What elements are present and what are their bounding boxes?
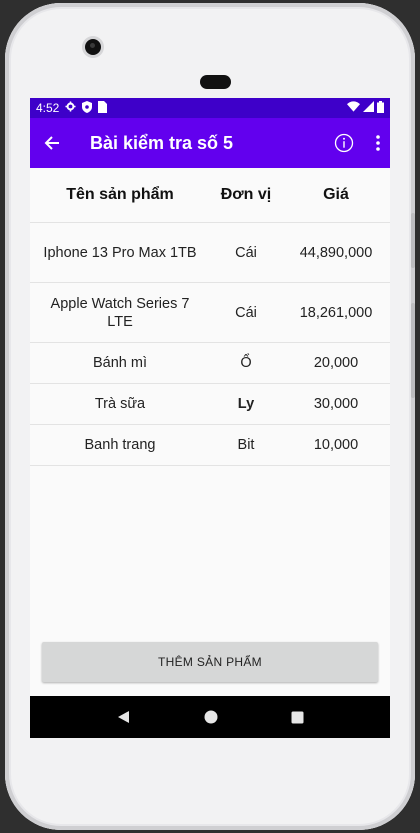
product-table: Tên sản phẩm Đơn vị Giá Iphone 13 Pro Ma…: [30, 168, 390, 466]
wifi-icon: [347, 101, 360, 115]
product-unit: Bit: [210, 424, 282, 466]
table-header-row: Tên sản phẩm Đơn vị Giá: [30, 168, 390, 223]
column-header-unit: Đơn vị: [220, 186, 272, 203]
product-price: 44,890,000: [282, 222, 390, 283]
nav-back-icon[interactable]: [117, 710, 131, 724]
product-name: Apple Watch Series 7 LTE: [30, 282, 210, 343]
product-unit: Cái: [210, 282, 282, 343]
info-icon[interactable]: [334, 133, 354, 153]
product-price: 10,000: [282, 424, 390, 466]
table-row[interactable]: Apple Watch Series 7 LTE Cái 18,261,000: [30, 282, 390, 343]
navigation-bar: [30, 696, 390, 738]
column-header-name: Tên sản phẩm: [66, 186, 174, 203]
table-row[interactable]: Bánh mì Ổ 20,000: [30, 342, 390, 384]
table-row[interactable]: Trà sữa Ly 30,000: [30, 383, 390, 425]
power-button: [411, 303, 415, 398]
nav-recents-icon[interactable]: [291, 711, 304, 724]
table-row[interactable]: Banh trang Bit 10,000: [30, 424, 390, 466]
add-product-button[interactable]: THÊM SẢN PHẨM: [42, 642, 378, 682]
more-options-icon[interactable]: [376, 135, 380, 151]
cell-signal-icon: [363, 101, 374, 115]
sim-card-icon: [98, 100, 108, 116]
app-bar: Bài kiểm tra số 5: [30, 118, 390, 168]
back-arrow-icon[interactable]: [44, 135, 60, 151]
table-row[interactable]: Iphone 13 Pro Max 1TB Cái 44,890,000: [30, 222, 390, 283]
nav-home-icon[interactable]: [204, 710, 218, 724]
product-unit: Cái: [210, 222, 282, 283]
product-name: Banh trang: [30, 424, 210, 466]
volume-button: [411, 213, 415, 268]
shield-icon: [82, 100, 93, 116]
product-unit: Ổ: [210, 342, 282, 384]
clock: 4:52: [36, 101, 60, 115]
product-name: Trà sữa: [30, 383, 210, 425]
earpiece-speaker: [200, 75, 231, 89]
product-price: 18,261,000: [282, 282, 390, 343]
battery-icon: [377, 100, 384, 116]
status-bar: 4:52: [30, 98, 390, 118]
device-screen: 4:52 Bài kiểm tra số 5 Tên sản phẩm Đơn …: [30, 98, 390, 738]
product-price: 20,000: [282, 342, 390, 384]
product-name: Iphone 13 Pro Max 1TB: [30, 222, 210, 283]
column-header-price: Giá: [323, 186, 349, 203]
gear-icon: [65, 101, 76, 115]
product-unit: Ly: [210, 383, 282, 425]
page-title: Bài kiểm tra số 5: [90, 132, 234, 153]
front-camera: [85, 39, 101, 55]
product-price: 30,000: [282, 383, 390, 425]
product-name: Bánh mì: [30, 342, 210, 384]
